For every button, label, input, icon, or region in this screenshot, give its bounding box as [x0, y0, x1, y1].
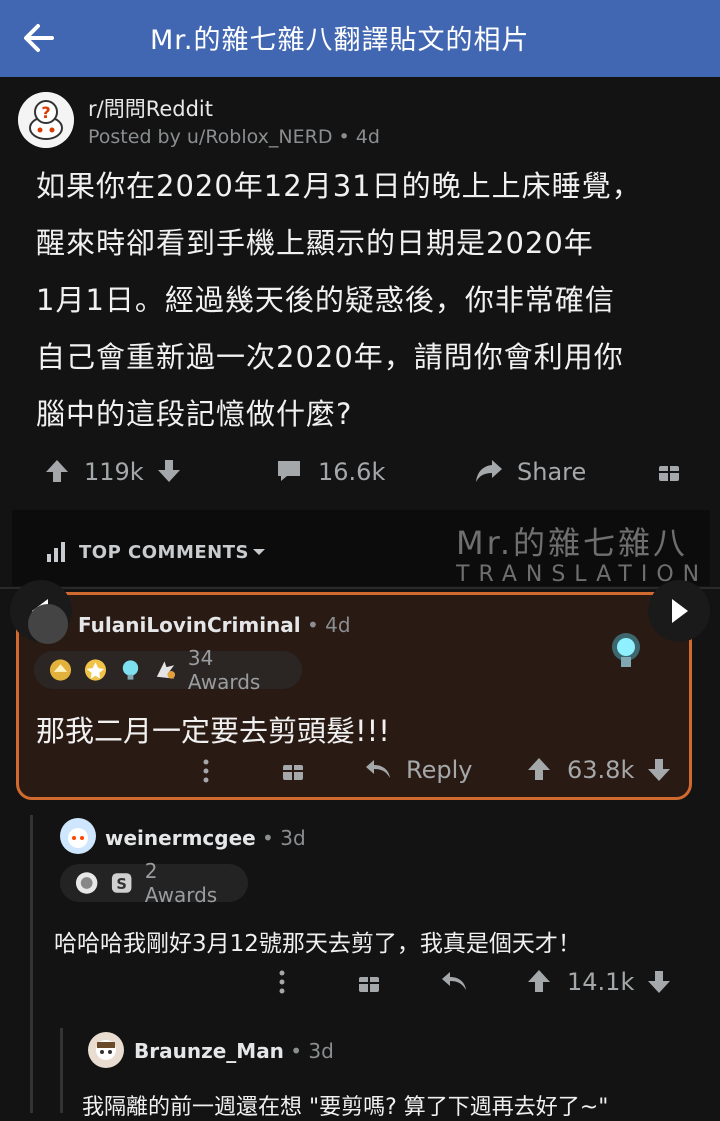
platinum-award-icon	[84, 659, 107, 681]
post-line: 1月1日。經過幾天後的疑惑後，你非常確信	[36, 283, 615, 317]
divider	[0, 587, 720, 589]
thread-line[interactable]	[60, 1028, 63, 1113]
comment-age: • 3d	[255, 826, 306, 850]
page-title: Mr.的雜七雜八翻譯貼文的相片	[150, 25, 530, 56]
upvote-icon[interactable]	[44, 458, 70, 484]
downvote-icon[interactable]	[156, 458, 182, 484]
post-line: 如果你在2020年12月31日的晚上上床睡覺，	[36, 169, 642, 203]
award-icon[interactable]	[280, 757, 306, 783]
reply-button[interactable]: Reply	[406, 756, 472, 784]
watermark: Mr.的雜七雜八 TRANSLATION	[456, 518, 708, 587]
wholesome-award-icon	[156, 661, 175, 679]
comment-username[interactable]: Braunze_Man	[134, 1039, 284, 1063]
share-button[interactable]: Share	[517, 458, 586, 486]
more-options-icon[interactable]	[200, 758, 212, 784]
comment-age: • 3d	[283, 1039, 334, 1063]
gold-award-icon	[49, 659, 72, 681]
helpful-award-icon	[122, 660, 139, 680]
comment-username[interactable]: FulaniLovinCriminal	[78, 613, 301, 637]
post-upvote-count: 119k	[84, 458, 144, 486]
award-icon[interactable]	[656, 458, 682, 484]
downvote-icon[interactable]	[646, 757, 672, 783]
wholesome-award-icon	[75, 872, 98, 894]
top-sort-icon	[47, 542, 65, 562]
silver-award-icon: S	[112, 873, 132, 893]
awards-pill[interactable]: S 2 Awards	[60, 859, 248, 907]
award-icon[interactable]	[356, 969, 382, 995]
more-options-icon[interactable]	[276, 969, 288, 995]
post-body: 如果你在2020年12月31日的晚上上床睡覺， 醒來時卻看到手機上顯示的日期是2…	[36, 158, 706, 443]
post-comment-count: 16.6k	[318, 458, 386, 486]
chevron-down-icon	[252, 549, 265, 555]
comment-score: 14.1k	[567, 968, 635, 996]
comment-body: 我隔離的前一週還在想 "要剪嗎? 算了下週再去好了~"	[82, 1095, 609, 1120]
post-action-bar: 119k 16.6k Share	[0, 448, 720, 504]
comment-author[interactable]: Braunze_Man • 3d	[134, 1039, 334, 1063]
app-header: Mr.的雜七雜八翻譯貼文的相片	[0, 0, 720, 77]
svg-text:S: S	[117, 876, 128, 893]
comment-score: 63.8k	[567, 756, 635, 784]
awards-pill[interactable]: 34 Awards	[34, 646, 302, 694]
sort-label: TOP COMMENTS	[79, 541, 249, 563]
downvote-icon[interactable]	[646, 969, 672, 995]
upvote-icon[interactable]	[526, 968, 552, 994]
back-arrow-icon[interactable]	[22, 18, 56, 58]
share-icon[interactable]	[474, 458, 504, 484]
upvote-icon[interactable]	[526, 756, 552, 782]
comment-body: 哈哈哈我剛好3月12號那天去剪了，我真是個天才！	[54, 931, 581, 957]
post-line: 腦中的這段記憶做什麼?	[36, 397, 353, 431]
comment-author[interactable]: FulaniLovinCriminal • 4d	[78, 613, 351, 637]
post-line: 自己會重新過一次2020年，請問你會利用你	[36, 340, 624, 374]
post-line: 醒來時卻看到手機上顯示的日期是2020年	[36, 226, 594, 260]
lightbulb-award-icon	[608, 630, 644, 680]
comment-icon[interactable]	[275, 458, 303, 484]
avatar[interactable]	[28, 604, 68, 644]
comment-author[interactable]: weinermcgee • 3d	[105, 826, 306, 850]
comment-username[interactable]: weinermcgee	[105, 826, 256, 850]
sort-dropdown[interactable]: TOP COMMENTS	[45, 540, 269, 564]
watermark-line1: Mr.的雜七雜八	[456, 524, 689, 562]
reply-icon[interactable]	[364, 756, 392, 782]
awards-count: 2 Awards	[144, 859, 218, 907]
thread-line[interactable]	[30, 815, 33, 1113]
comment-age: • 4d	[300, 613, 351, 637]
next-arrow-icon[interactable]	[648, 580, 710, 642]
subreddit-avatar-icon[interactable]: ?	[18, 92, 74, 148]
comment-body: 那我二月一定要去剪頭髮!!!	[36, 714, 390, 748]
post-meta: Posted by u/Roblox_NERD • 4d	[88, 126, 380, 148]
reply-icon[interactable]	[440, 968, 468, 994]
svg-text:?: ?	[41, 103, 50, 122]
avatar[interactable]	[88, 1032, 124, 1068]
awards-count: 34 Awards	[187, 646, 261, 694]
subreddit-name[interactable]: r/問問Reddit	[88, 93, 213, 123]
avatar[interactable]	[60, 818, 96, 854]
